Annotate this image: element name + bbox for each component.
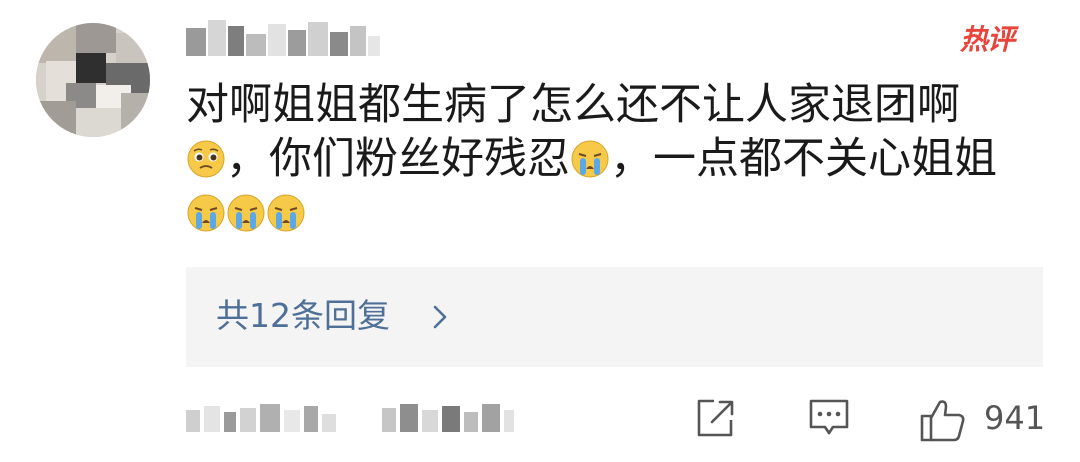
username-blurred[interactable] xyxy=(186,18,382,56)
timestamp-blurred xyxy=(186,404,514,432)
avatar[interactable] xyxy=(36,23,150,137)
comment-line-3 xyxy=(186,186,1056,240)
replies-count-label[interactable]: 共12条回复 xyxy=(216,295,390,337)
comment-line-2-text-b: ，一点都不关心姐姐 xyxy=(610,134,997,184)
crying-face-icon xyxy=(186,193,226,233)
share-icon[interactable] xyxy=(692,396,736,440)
comment-card: 热评 对啊姐姐都生病了怎么还不让人家退团啊 ，你们粉丝好残忍 ，一点都不关心姐姐… xyxy=(0,0,1080,462)
pleading-face-icon xyxy=(186,139,226,179)
thumbs-up-icon[interactable] xyxy=(918,396,968,444)
view-replies-button[interactable]: 共12条回复 xyxy=(186,267,1043,367)
comment-line-2-text-a: ，你们粉丝好残忍 xyxy=(226,134,570,184)
comment-icon[interactable] xyxy=(806,396,852,440)
crying-face-icon xyxy=(570,139,610,179)
chevron-right-icon xyxy=(433,305,447,329)
like-count: 941 xyxy=(984,399,1046,437)
comment-line-1: 对啊姐姐都生病了怎么还不让人家退团啊 xyxy=(186,80,960,130)
comment-line-2: ，你们粉丝好残忍 ，一点都不关心姐姐 xyxy=(186,132,1056,186)
crying-face-icon xyxy=(266,193,306,233)
crying-face-icon xyxy=(226,193,266,233)
hot-comment-badge: 热评 xyxy=(960,23,1015,56)
comment-text: 对啊姐姐都生病了怎么还不让人家退团啊 ，你们粉丝好残忍 ，一点都不关心姐姐 xyxy=(186,78,1056,240)
